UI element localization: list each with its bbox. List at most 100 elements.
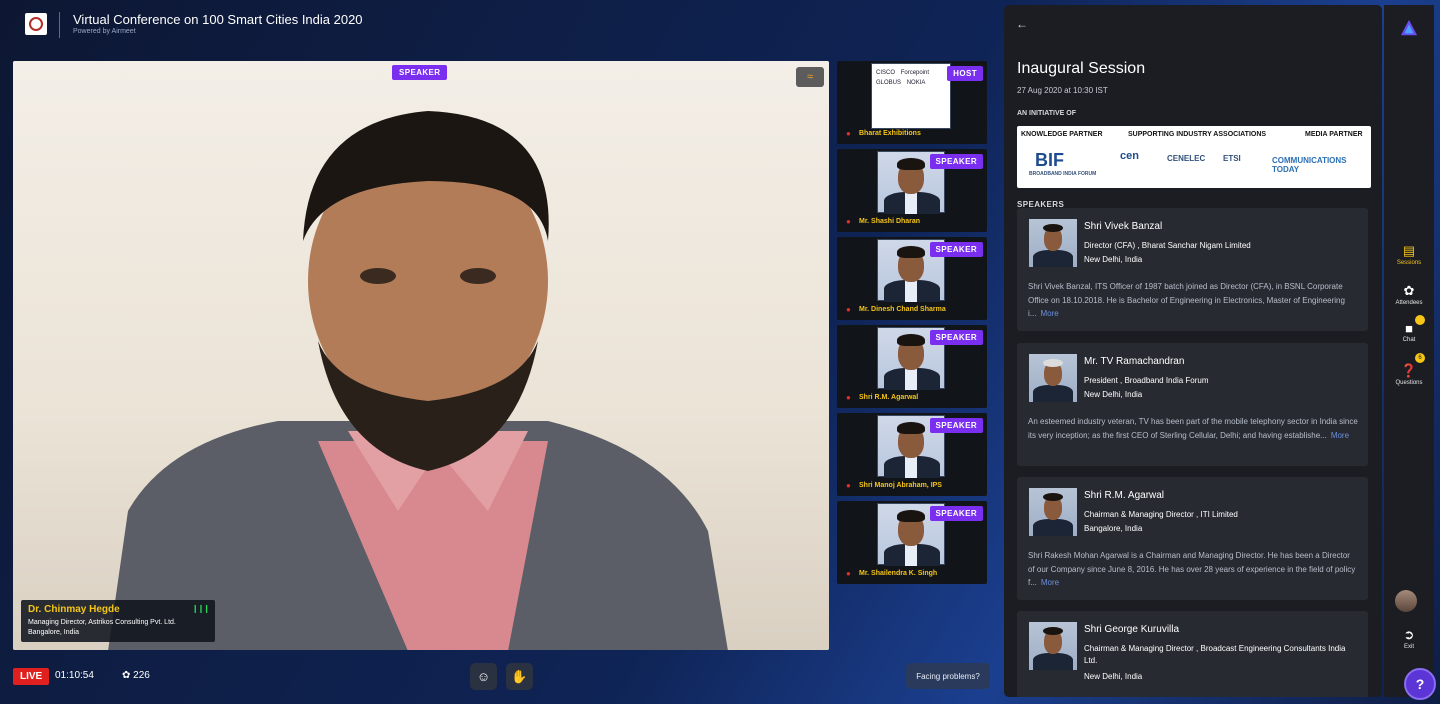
main-video[interactable]: SPEAKER ≈ Dr. Chinmay Hegde Managing Dir…: [13, 61, 829, 650]
host-badge: HOST: [947, 66, 983, 81]
event-logo: [25, 13, 47, 35]
raise-hand-button[interactable]: ✋: [506, 663, 533, 690]
main-speaker-badge: SPEAKER: [392, 65, 448, 80]
more-link[interactable]: More: [1040, 309, 1058, 318]
sponsor-logo-3: GLOBUS: [876, 80, 902, 86]
speaker-location: Bangalore, India: [1084, 524, 1143, 533]
participant-name: Shri R.M. Agarwal: [859, 394, 919, 401]
speaker-bio-text: Shri Vivek Banzal, ITS Officer of 1987 b…: [1028, 282, 1345, 319]
hand-icon: ✋: [511, 668, 528, 684]
sponsor-logo-4: NOKIA: [906, 80, 926, 86]
connection-wifi-icon[interactable]: ≈: [796, 67, 824, 87]
knowledge-partner-heading: KNOWLEDGE PARTNER: [1021, 131, 1103, 138]
speaker-avatar: [1029, 354, 1077, 402]
mic-off-icon: ●: [846, 129, 851, 138]
industry-assoc-heading: SUPPORTING INDUSTRY ASSOCIATIONS: [1128, 131, 1267, 138]
mic-off-icon: ●: [846, 569, 851, 578]
people-icon: ✿: [122, 670, 131, 681]
rail-chat-label: Chat: [1402, 337, 1416, 343]
participant-tile-speaker[interactable]: SPEAKER ● Mr. Shashi Dharan: [837, 149, 987, 232]
rail-questions-label: Questions: [1395, 380, 1423, 386]
speaker-location: New Delhi, India: [1084, 672, 1143, 681]
mic-off-icon: ●: [846, 393, 851, 402]
speaker-avatar: [1029, 219, 1077, 267]
sessions-icon: ▤: [1402, 243, 1416, 258]
participant-name: Mr. Shailendra K. Singh: [859, 570, 938, 577]
speaker-badge: SPEAKER: [929, 154, 983, 169]
speaker-location: New Delhi, India: [1084, 390, 1143, 399]
rail-exit[interactable]: ➲ Exit: [1384, 627, 1434, 650]
rail-attendees-label: Attendees: [1395, 300, 1423, 306]
speaker-bio: Shri Rakesh Mohan Agarwal is a Chairman …: [1028, 549, 1358, 590]
participant-tile-speaker[interactable]: SPEAKER ● Shri Manoj Abraham, IPS: [837, 413, 987, 496]
rail-chat[interactable]: ■ Chat: [1384, 321, 1434, 343]
presenter-name-card: Dr. Chinmay Hegde Managing Director, Ast…: [21, 600, 215, 642]
participant-tile-speaker[interactable]: SPEAKER ● Mr. Shailendra K. Singh: [837, 501, 987, 584]
bif-logo: BIF: [1035, 150, 1064, 170]
participant-tile-host[interactable]: CISCO Forcepoint GLOBUS NOKIA HOST ● Bha…: [837, 61, 987, 144]
emoji-reaction-button[interactable]: ☺: [470, 663, 497, 690]
session-panel: ← Inaugural Session 27 Aug 2020 at 10:30…: [1004, 5, 1382, 697]
audio-level-icon: ❙❙❙: [191, 604, 210, 613]
participant-name: Mr. Dinesh Chand Sharma: [859, 306, 946, 313]
speaker-card[interactable]: Shri Vivek Banzal Director (CFA) , Bhara…: [1017, 208, 1368, 331]
speaker-role: Chairman & Managing Director , ITI Limit…: [1084, 510, 1238, 519]
bif-subtitle: BROADBAND INDIA FORUM: [1029, 171, 1097, 177]
right-rail: ▤ Sessions ✿ Attendees ■ Chat ❓ Question…: [1384, 5, 1434, 697]
powered-by-label: Powered by Airmeet: [73, 28, 136, 35]
speaker-bio-text: Shri Rakesh Mohan Agarwal is a Chairman …: [1028, 551, 1356, 588]
participant-tile-speaker[interactable]: SPEAKER ● Shri R.M. Agarwal: [837, 325, 987, 408]
speaker-badge: SPEAKER: [929, 330, 983, 345]
presenter-location: Bangalore, India: [28, 629, 79, 636]
speaker-name: Shri George Kuruvilla: [1084, 624, 1180, 635]
rail-sessions-label: Sessions: [1396, 260, 1422, 266]
speaker-avatar: [1029, 488, 1077, 536]
exit-icon: ➲: [1403, 627, 1415, 642]
questions-count-badge: 6: [1415, 353, 1425, 363]
speaker-avatar: [1029, 622, 1077, 670]
more-link[interactable]: More: [1331, 431, 1349, 440]
partners-banner: KNOWLEDGE PARTNER SUPPORTING INDUSTRY AS…: [1017, 126, 1371, 188]
event-title: Virtual Conference on 100 Smart Cities I…: [73, 12, 363, 27]
back-arrow-icon[interactable]: ←: [1016, 17, 1028, 31]
more-link[interactable]: More: [1041, 578, 1059, 587]
cenelec-logo: CENELEC: [1167, 154, 1206, 163]
attendees-icon: ✿: [1403, 283, 1415, 298]
chat-notification-dot: [1415, 315, 1425, 325]
smiley-icon: ☺: [476, 669, 491, 684]
sponsor-logo-2: Forcepoint: [900, 70, 930, 76]
question-icon: ❓: [1400, 363, 1418, 378]
speaker-role: President , Broadband India Forum: [1084, 376, 1209, 385]
cen-logo: cen: [1120, 150, 1139, 162]
speaker-name: Mr. TV Ramachandran: [1084, 356, 1185, 367]
help-button[interactable]: ?: [1404, 668, 1436, 700]
speaker-badge: SPEAKER: [929, 418, 983, 433]
rail-questions[interactable]: ❓ Questions: [1384, 363, 1434, 386]
facing-problems-button[interactable]: Facing problems?: [906, 663, 990, 689]
chat-icon: ■: [1405, 321, 1413, 336]
participant-tile-speaker[interactable]: SPEAKER ● Mr. Dinesh Chand Sharma: [837, 237, 987, 320]
sponsor-logo-1: CISCO: [876, 70, 896, 76]
speaker-card[interactable]: Shri George Kuruvilla Chairman & Managin…: [1017, 611, 1368, 697]
header-divider: [59, 12, 60, 38]
rail-sessions[interactable]: ▤ Sessions: [1384, 243, 1434, 266]
user-avatar[interactable]: [1395, 590, 1417, 612]
viewer-count: ✿ 226: [122, 670, 150, 681]
participant-name: Bharat Exhibitions: [859, 130, 921, 137]
speaker-name: Shri Vivek Banzal: [1084, 221, 1163, 232]
speaker-bio: Shri Vivek Banzal, ITS Officer of 1987 b…: [1028, 280, 1358, 321]
speaker-card[interactable]: Shri R.M. Agarwal Chairman & Managing Di…: [1017, 477, 1368, 600]
session-timer: 01:10:54: [55, 670, 94, 681]
presenter-name: Dr. Chinmay Hegde: [28, 604, 120, 615]
speaker-bio-text: An esteemed industry veteran, TV has bee…: [1028, 417, 1358, 440]
media-partner-heading: MEDIA PARTNER: [1305, 131, 1363, 138]
session-date: 27 Aug 2020 at 10:30 IST: [1017, 86, 1108, 95]
speaker-card[interactable]: Mr. TV Ramachandran President , Broadban…: [1017, 343, 1368, 466]
rail-attendees[interactable]: ✿ Attendees: [1384, 283, 1434, 306]
speaker-bio: An esteemed industry veteran, TV has bee…: [1028, 415, 1358, 442]
communications-today-logo: COMMUNICATIONS TODAY: [1272, 156, 1347, 174]
presenter-designation: Managing Director, Astrikos Consulting P…: [28, 619, 176, 626]
session-title: Inaugural Session: [1017, 60, 1146, 77]
airmeet-logo-icon: [1400, 19, 1418, 36]
speaker-name: Shri R.M. Agarwal: [1084, 490, 1165, 501]
